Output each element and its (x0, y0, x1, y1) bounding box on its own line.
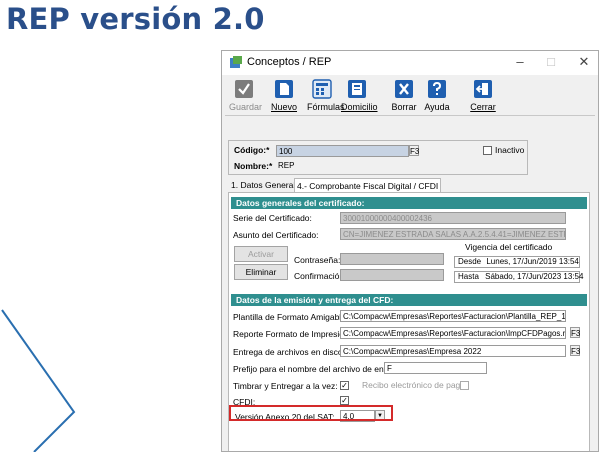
reporte-f3-button[interactable]: F3 (570, 327, 580, 338)
desde-label: Desde (458, 257, 482, 266)
formulas-label: Fórmulas (307, 102, 345, 112)
guardar-label: Guardar (229, 102, 263, 112)
checkmark-icon (235, 80, 253, 98)
certificado-section-header: Datos generales del certificado: (231, 197, 587, 209)
domicilio-button[interactable]: Domicilio (341, 77, 378, 115)
desde-row: Desde Lunes, 17/Jun/2019 13:54 (454, 256, 580, 268)
nombre-label: Nombre:* (234, 161, 273, 171)
address-book-icon (348, 80, 366, 98)
hasta-label: Hasta (458, 272, 479, 281)
delete-x-icon (395, 80, 413, 98)
serie-label: Serie del Certificado: (233, 213, 312, 223)
exit-door-icon (474, 80, 492, 98)
app-icon (230, 56, 242, 68)
formulas-button[interactable]: Fórmulas (307, 77, 345, 115)
nombre-input[interactable]: REP (276, 160, 524, 172)
ayuda-label: Ayuda (424, 102, 450, 112)
reporte-input[interactable]: C:\Compacw\Empresas\Reportes\Facturacion… (340, 327, 566, 339)
page-heading: REP versión 2.0 (6, 2, 265, 36)
confirmacion-input[interactable] (340, 269, 444, 281)
borrar-button[interactable]: Borrar (391, 77, 417, 115)
codigo-label: Código:* (234, 145, 270, 155)
inactivo-checkbox[interactable] (483, 146, 492, 155)
hasta-value: Sábado, 17/Jun/2023 13:54 (485, 272, 584, 281)
maximize-button[interactable]: □ (543, 55, 559, 69)
entrega-label: Entrega de archivos en disco: (233, 347, 345, 357)
calculator-icon (312, 79, 332, 99)
serie-field: 30001000000400002436 (340, 212, 566, 224)
domicilio-label: Domicilio (341, 102, 378, 112)
plantilla-label: Plantilla de Formato Amigable: (233, 312, 349, 322)
minimize-button[interactable]: – (512, 55, 528, 69)
contrasena-input[interactable] (340, 253, 444, 265)
entrega-f3-button[interactable]: F3 (570, 345, 580, 356)
tab-cfdi[interactable]: 4.- Comprobante Fiscal Digital / CFDI (294, 178, 442, 193)
conceptos-window: Conceptos / REP – □ ✕ Guardar Nuevo Fórm… (221, 50, 599, 452)
help-question-icon (428, 80, 446, 98)
recibo-label: Recibo electrónico de pago (362, 380, 466, 390)
prefijo-label: Prefijo para el nombre del archivo de en… (233, 364, 406, 374)
activar-button[interactable]: Activar (234, 246, 288, 262)
title-bar: Conceptos / REP – □ ✕ (222, 51, 598, 75)
nuevo-button[interactable]: Nuevo (271, 77, 297, 115)
close-window-button[interactable]: ✕ (576, 55, 592, 69)
plantilla-input[interactable]: C:\Compacw\Empresas\Reportes\Facturacion… (340, 310, 566, 322)
vigencia-label: Vigencia del certificado (465, 242, 553, 252)
codigo-f3-button[interactable]: F3 (409, 145, 419, 156)
timbrar-label: Timbrar y Entregar a la vez: (233, 381, 338, 391)
window-title: Conceptos / REP (247, 56, 332, 68)
ayuda-button[interactable]: Ayuda (424, 77, 450, 115)
toolbar: Guardar Nuevo Fórmulas Domicilio Borrar … (225, 77, 595, 116)
codigo-input[interactable]: 100 (276, 145, 409, 157)
cerrar-button[interactable]: Cerrar (470, 77, 496, 115)
hasta-row: Hasta Sábado, 17/Jun/2023 13:54 (454, 271, 584, 283)
nuevo-label: Nuevo (271, 102, 298, 112)
chevron-decoration-icon (1, 309, 76, 452)
emision-section-header: Datos de la emisión y entrega del CFD: (231, 294, 587, 306)
reporte-label: Reporte Formato de Impresión: (233, 329, 352, 339)
asunto-label: Asunto del Certificado: (233, 230, 319, 240)
header-groupbox: Código:* 100 F3 Inactivo Nombre:* REP (228, 140, 528, 175)
guardar-button[interactable]: Guardar (229, 77, 263, 115)
timbrar-checkbox[interactable]: ✓ (340, 381, 349, 390)
borrar-label: Borrar (391, 102, 417, 112)
desde-value: Lunes, 17/Jun/2019 13:54 (486, 257, 579, 266)
eliminar-button[interactable]: Eliminar (234, 264, 288, 280)
inactivo-label: Inactivo (495, 145, 525, 155)
cerrar-label: Cerrar (470, 102, 496, 112)
recibo-checkbox[interactable] (460, 381, 469, 390)
entrega-input[interactable]: C:\Compacw\Empresas\Empresa 2022 (340, 345, 566, 357)
contrasena-label: Contraseña: (294, 255, 341, 265)
new-document-icon (275, 80, 293, 98)
confirmacion-label: Confirmación: (294, 271, 347, 281)
version-highlight-box (229, 405, 393, 421)
cfdi-checkbox[interactable]: ✓ (340, 396, 349, 405)
prefijo-input[interactable]: F (384, 362, 487, 374)
asunto-field: CN=JIMENEZ ESTRADA SALAS A.A.2.5.4.41=JI… (340, 228, 566, 240)
